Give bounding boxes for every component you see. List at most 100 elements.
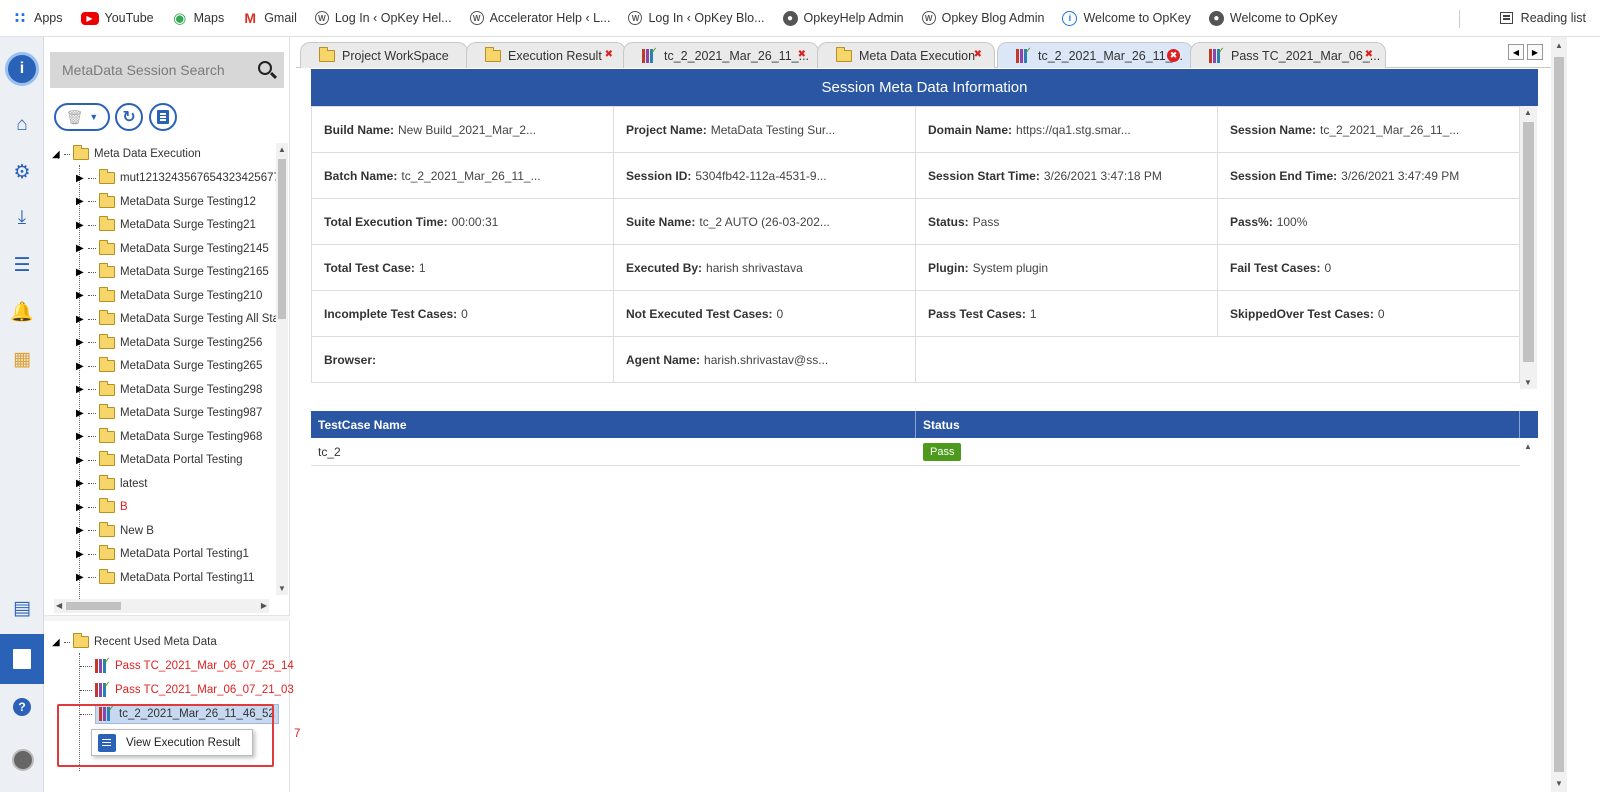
- bookmark-item[interactable]: W Log In ‹ OpKey Hel...: [314, 11, 452, 25]
- tree-item[interactable]: ▶ MetaData Surge Testing21: [76, 214, 256, 236]
- tab-item[interactable]: ✓ tc_2_2021_Mar_26_11_... ✖: [623, 42, 819, 68]
- tab-item[interactable]: Meta Data Execution ✖: [817, 42, 995, 68]
- help-icon[interactable]: ?: [13, 698, 31, 716]
- tree-item[interactable]: ▶ MetaData Surge Testing968: [76, 426, 262, 448]
- bell-icon[interactable]: 🔔: [0, 297, 44, 327]
- tree-item[interactable]: ▶ latest: [76, 473, 148, 495]
- recent-item[interactable]: ✓ tc_2_2021_Mar_26_11_46_52: [80, 703, 279, 725]
- tree-item[interactable]: ▶ MetaData Portal Testing1: [76, 543, 249, 565]
- collapse-icon[interactable]: ◢: [52, 637, 62, 648]
- search-icon[interactable]: [258, 61, 272, 75]
- close-icon[interactable]: ✖: [1365, 49, 1373, 60]
- tab-scroll-right-button[interactable]: ▶: [1527, 44, 1543, 60]
- bookmark-item[interactable]: ● OpkeyHelp Admin: [782, 10, 904, 26]
- tree-item[interactable]: ▶ MetaData Surge Testing2145: [76, 238, 269, 260]
- tree-item[interactable]: ▶ MetaData Surge Testing987: [76, 402, 262, 424]
- expand-icon[interactable]: ▶: [76, 196, 86, 207]
- expand-icon[interactable]: ▶: [76, 455, 86, 466]
- tab-scroll-left-button[interactable]: ◀: [1508, 44, 1524, 60]
- column-header-status[interactable]: Status: [916, 411, 1520, 438]
- folder-icon: [836, 46, 852, 62]
- presentation-icon[interactable]: ▤: [0, 593, 44, 623]
- tree-item[interactable]: ▶ B: [76, 496, 128, 518]
- expand-icon[interactable]: ▶: [76, 220, 86, 231]
- session-field-value: 0: [1377, 306, 1385, 321]
- avatar[interactable]: [12, 749, 34, 771]
- bookmark-item[interactable]: W Opkey Blog Admin: [921, 11, 1044, 25]
- tab-item[interactable]: Execution Result ✖: [466, 42, 626, 68]
- expand-icon[interactable]: ▶: [76, 478, 86, 489]
- info-vertical-scrollbar[interactable]: ▲ ▼: [1520, 106, 1537, 389]
- tree-horizontal-scrollbar[interactable]: ◀ ▶: [54, 599, 269, 613]
- bookmark-item[interactable]: M Gmail: [242, 10, 297, 26]
- expand-icon[interactable]: ▶: [76, 431, 86, 442]
- tree-item[interactable]: ▶ MetaData Surge Testing265: [76, 355, 262, 377]
- expand-icon[interactable]: ▶: [76, 290, 86, 301]
- empty-cell: [916, 337, 1521, 383]
- expand-icon[interactable]: ▶: [76, 337, 86, 348]
- expand-icon[interactable]: ▶: [76, 502, 86, 513]
- bookmark-item[interactable]: W Accelerator Help ‹ L...: [469, 11, 610, 25]
- tree-item[interactable]: ▶ MetaData Surge Testing All Status: [76, 308, 276, 330]
- bookmark-item[interactable]: i Welcome to OpKey: [1062, 10, 1191, 26]
- tree-item[interactable]: ▶ MetaData Surge Testing210: [76, 285, 262, 307]
- column-header-testcase-name[interactable]: TestCase Name: [311, 411, 916, 438]
- bookmark-item[interactable]: ∷ Apps: [12, 10, 63, 27]
- table-row[interactable]: tc_2 Pass: [311, 438, 1520, 466]
- tree-item-label: MetaData Surge Testing12: [120, 195, 256, 208]
- tab-item[interactable]: ✓ Pass TC_2021_Mar_06_... ✖: [1190, 42, 1386, 68]
- table-vertical-scrollbar[interactable]: ▲: [1520, 438, 1537, 538]
- context-menu-view-execution-result[interactable]: View Execution Result: [91, 729, 253, 756]
- metadata-book-icon[interactable]: [0, 634, 44, 684]
- apps-grid-icon[interactable]: ▦: [0, 344, 44, 374]
- expand-icon[interactable]: ▶: [76, 361, 86, 372]
- expand-icon[interactable]: ▶: [76, 408, 86, 419]
- delete-dropdown-button[interactable]: 🗑 ▼: [54, 103, 110, 131]
- close-icon[interactable]: ✖: [974, 49, 982, 60]
- tree-item[interactable]: ▶ MetaData Surge Testing256: [76, 332, 262, 354]
- download-icon[interactable]: ⤓: [0, 203, 44, 233]
- page-vertical-scrollbar[interactable]: ▲ ▼: [1551, 37, 1567, 792]
- settings-gears-icon[interactable]: ⚙: [0, 157, 44, 187]
- tree-item[interactable]: ▶ MetaData Surge Testing298: [76, 379, 262, 401]
- expand-icon[interactable]: ▶: [76, 267, 86, 278]
- close-icon[interactable]: ✖: [605, 49, 613, 60]
- tree-item[interactable]: ▶ MetaData Portal Testing: [76, 449, 243, 471]
- bookmark-item[interactable]: ◉ Maps: [172, 10, 224, 27]
- close-icon[interactable]: ✖: [798, 49, 806, 60]
- tree-vertical-scrollbar[interactable]: ▲ ▼: [276, 143, 288, 595]
- expand-icon[interactable]: ▶: [76, 572, 86, 583]
- expand-icon[interactable]: ▶: [76, 243, 86, 254]
- close-circle-icon[interactable]: ✖: [1167, 49, 1180, 62]
- metadata-session-search-input[interactable]: [62, 62, 242, 78]
- reading-list-button[interactable]: Reading list: [1499, 11, 1586, 25]
- expand-icon[interactable]: ▶: [76, 314, 86, 325]
- refresh-button[interactable]: ↻: [115, 103, 143, 131]
- opkey-logo-icon[interactable]: i: [5, 52, 39, 86]
- expand-icon[interactable]: ▶: [76, 384, 86, 395]
- recent-root[interactable]: ◢ Recent Used Meta Data: [52, 631, 217, 653]
- tree-item[interactable]: ▶ MetaData Surge Testing12: [76, 191, 256, 213]
- session-field-value: New Build_2021_Mar_2...: [398, 122, 537, 137]
- panel-splitter[interactable]: [44, 615, 290, 621]
- testcase-icon: ✓: [95, 656, 111, 673]
- tab-item[interactable]: ✓ tc_2_2021_Mar_26_11_... ✖: [997, 42, 1193, 68]
- home-icon[interactable]: ⌂: [0, 110, 44, 140]
- tree-item[interactable]: ▶ MetaData Surge Testing2165: [76, 261, 269, 283]
- tree-item[interactable]: ▶ MetaData Portal Testing11: [76, 567, 254, 589]
- expand-icon[interactable]: ▶: [76, 549, 86, 560]
- tab-item[interactable]: Project WorkSpace: [300, 42, 468, 68]
- collapse-icon[interactable]: ◢: [52, 149, 62, 160]
- bookmark-item[interactable]: ● Welcome to OpKey: [1208, 10, 1337, 26]
- recent-item[interactable]: ✓ Pass TC_2021_Mar_06_07_21_03: [80, 679, 294, 701]
- expand-icon[interactable]: ▶: [76, 525, 86, 536]
- bookmark-item[interactable]: ▶ YouTube: [80, 11, 154, 25]
- list-icon[interactable]: ☰: [0, 250, 44, 280]
- view-result-button[interactable]: [149, 103, 177, 131]
- tree-root[interactable]: ◢ Meta Data Execution: [52, 143, 201, 165]
- tree-item[interactable]: ▶ mut121324356765432342567765: [76, 167, 276, 189]
- recent-item[interactable]: ✓ Pass TC_2021_Mar_06_07_25_14: [80, 655, 294, 677]
- bookmark-item[interactable]: W Log In ‹ OpKey Blo...: [628, 11, 765, 25]
- expand-icon[interactable]: ▶: [76, 173, 86, 184]
- tree-item[interactable]: ▶ New B: [76, 520, 154, 542]
